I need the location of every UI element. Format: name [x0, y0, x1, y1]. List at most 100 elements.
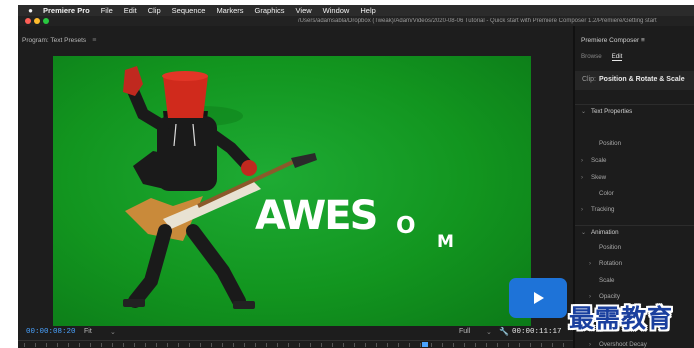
ruler-tick: [442, 343, 443, 347]
ruler-tick: [420, 343, 421, 347]
ruler-tick: [112, 343, 113, 347]
ruler-tick: [486, 343, 487, 347]
minimize-window-button[interactable]: [34, 18, 40, 24]
chevron-right-icon[interactable]: ›: [581, 158, 591, 164]
guitarist-image: [123, 66, 317, 309]
property-row-scale[interactable]: Scale: [575, 274, 694, 287]
ruler-tick: [387, 343, 388, 347]
tab-browse[interactable]: Browse: [581, 53, 602, 61]
property-row-position[interactable]: Position: [575, 137, 694, 150]
chevron-down-icon[interactable]: ⌄: [581, 229, 591, 236]
chevron-right-icon[interactable]: ›: [581, 207, 591, 213]
menu-item-file[interactable]: File: [101, 6, 113, 15]
duration-timecode: 00:00:11:17: [512, 328, 562, 336]
ruler-tick: [167, 343, 168, 347]
chevron-right-icon[interactable]: ›: [589, 342, 599, 348]
ruler-tick: [552, 343, 553, 347]
ruler-tick: [431, 343, 432, 347]
property-label: Overshoot Decay: [599, 341, 647, 348]
property-row-position[interactable]: Position: [575, 241, 694, 254]
play-icon: [534, 292, 544, 304]
ruler-tick: [24, 343, 25, 347]
monitor-controls-bar: 00:00:08:20 Fit ⌄ Full ⌄ 🔧 00:00:11:17: [18, 326, 573, 340]
play-button[interactable]: [509, 278, 567, 318]
ruler-tick: [178, 343, 179, 347]
ruler-tick: [398, 343, 399, 347]
menu-item-graphics[interactable]: Graphics: [255, 6, 285, 15]
zoom-fit-select[interactable]: Fit: [84, 328, 92, 335]
awesome-letter-o: O: [396, 213, 416, 239]
ruler-tick: [409, 343, 410, 347]
wrench-icon[interactable]: 🔧: [499, 327, 509, 336]
panel-menu-icon[interactable]: ≡: [92, 37, 96, 44]
ruler-tick: [57, 343, 58, 347]
zoom-window-button[interactable]: [43, 18, 49, 24]
menu-item-help[interactable]: Help: [360, 6, 375, 15]
playback-resolution-select[interactable]: Full: [459, 328, 470, 335]
property-row-animation[interactable]: ⌄ Animation: [575, 225, 694, 238]
awesome-text-overlay: AWES: [255, 193, 378, 239]
ruler-tick: [519, 343, 520, 347]
ruler-tick: [222, 343, 223, 347]
menu-item-premiere-pro[interactable]: Premiere Pro: [43, 6, 90, 15]
property-row-scale[interactable]: › Scale: [575, 154, 694, 167]
ruler-tick: [211, 343, 212, 347]
ruler-tick: [101, 343, 102, 347]
ruler-tick: [156, 343, 157, 347]
ruler-tick: [541, 343, 542, 347]
clip-prefix: Clip:: [582, 76, 597, 83]
ruler-tick: [68, 343, 69, 347]
ruler-tick: [354, 343, 355, 347]
ruler-tick: [376, 343, 377, 347]
apple-logo-icon[interactable]: ●: [26, 6, 35, 15]
menu-item-edit[interactable]: Edit: [124, 6, 137, 15]
ruler-tick: [530, 343, 531, 347]
property-label: Animation: [591, 229, 619, 236]
awesome-letter-m: M: [437, 232, 454, 252]
playhead-marker[interactable]: [422, 342, 428, 347]
property-row-color[interactable]: Color: [575, 187, 694, 200]
panel-tabs: Browse Edit: [581, 53, 632, 61]
ruler-tick: [90, 343, 91, 347]
mac-menu-bar: ● Premiere Pro File Edit Clip Sequence Marker…: [18, 5, 694, 16]
property-label: Text Properties: [591, 108, 633, 115]
program-monitor-title[interactable]: Program: Text Presets: [22, 37, 86, 44]
property-label: Rotation: [599, 260, 623, 267]
chevron-right-icon[interactable]: ›: [589, 261, 599, 267]
panel-title: Premiere Composer ≡: [581, 37, 645, 44]
ruler-tick: [189, 343, 190, 347]
menu-item-window[interactable]: Window: [323, 6, 350, 15]
chevron-down-icon[interactable]: ⌄: [581, 108, 591, 115]
property-row-skew[interactable]: › Skew: [575, 171, 694, 184]
menu-item-markers[interactable]: Markers: [216, 6, 243, 15]
property-row-text-properties[interactable]: ⌄ Text Properties: [575, 104, 694, 117]
chevron-down-icon[interactable]: ⌄: [486, 328, 492, 336]
property-label: Tracking: [591, 206, 615, 213]
menu-item-clip[interactable]: Clip: [148, 6, 161, 15]
menu-item-view[interactable]: View: [296, 6, 312, 15]
watermark-text: 最需教育: [569, 304, 674, 333]
ruler-tick: [200, 343, 201, 347]
property-row-overshoot-decay[interactable]: › Overshoot Decay: [575, 338, 694, 348]
time-ruler[interactable]: [18, 340, 573, 348]
property-label: Scale: [599, 277, 615, 284]
menu-item-sequence[interactable]: Sequence: [172, 6, 206, 15]
property-row-tracking[interactable]: › Tracking: [575, 203, 694, 216]
playhead-timecode[interactable]: 00:00:08:20: [26, 328, 76, 336]
ruler-tick: [497, 343, 498, 347]
ruler-tick: [134, 343, 135, 347]
chevron-down-icon[interactable]: ⌄: [110, 328, 116, 336]
ruler-tick: [464, 343, 465, 347]
ruler-tick: [310, 343, 311, 347]
program-monitor-video: AWES O M: [53, 56, 531, 326]
ruler-tick: [332, 343, 333, 347]
close-window-button[interactable]: [25, 18, 31, 24]
ruler-tick: [365, 343, 366, 347]
chevron-right-icon[interactable]: ›: [581, 175, 591, 181]
property-label: Skew: [591, 174, 607, 181]
ruler-tick: [453, 343, 454, 347]
clip-row: Clip: Position & Rotate & Scale: [575, 71, 694, 90]
property-label: Position: [599, 140, 622, 147]
tab-edit[interactable]: Edit: [611, 53, 623, 61]
property-row-rotation[interactable]: › Rotation: [575, 257, 694, 270]
